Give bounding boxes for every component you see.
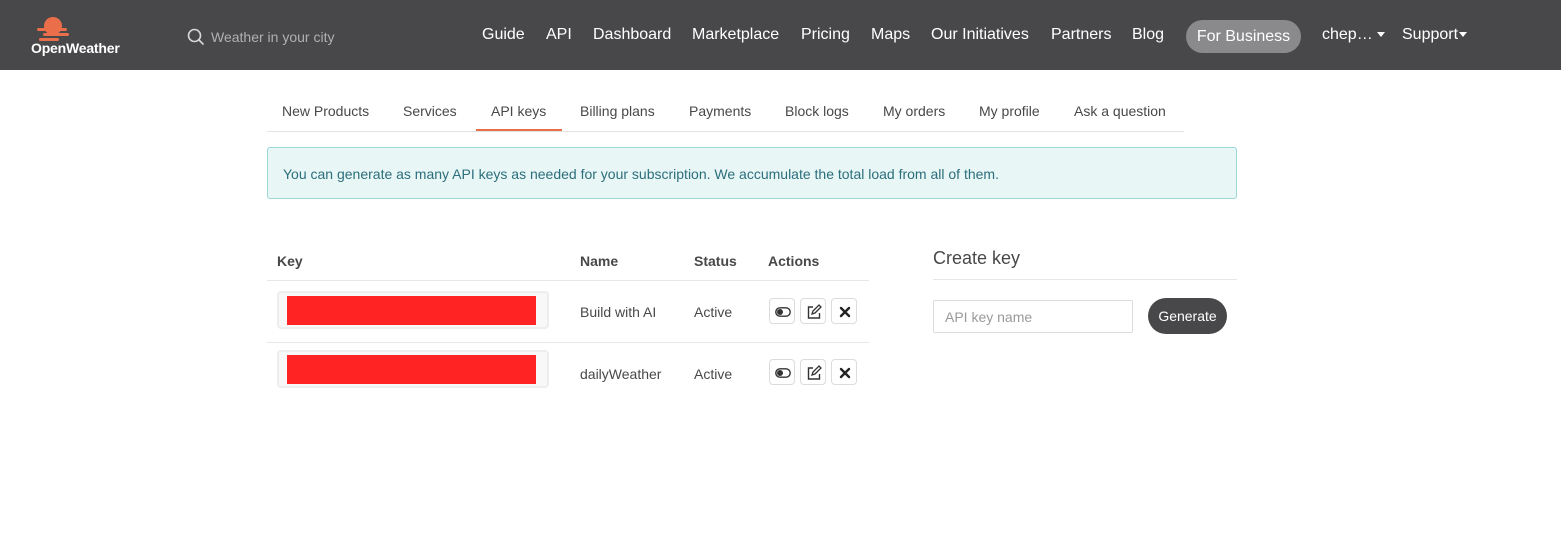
nav-partners[interactable]: Partners xyxy=(1051,26,1111,44)
tab-services[interactable]: Services xyxy=(403,103,457,119)
user-menu-label: chep… xyxy=(1322,26,1373,43)
edit-icon xyxy=(807,304,822,319)
toggle-key-button[interactable] xyxy=(769,298,795,324)
create-key-divider xyxy=(933,279,1237,280)
account-tabs: New Products Services API keys Billing p… xyxy=(267,95,1184,132)
tab-billing-plans[interactable]: Billing plans xyxy=(580,103,655,119)
key-name: Build with AI xyxy=(580,304,657,320)
close-icon xyxy=(839,306,851,318)
user-menu[interactable]: chep… xyxy=(1322,26,1385,44)
close-icon xyxy=(839,367,851,379)
edit-key-button[interactable] xyxy=(800,359,826,385)
redacted-key xyxy=(287,296,536,325)
top-navbar: OpenWeather Guide API Dashboard Marketpl… xyxy=(0,0,1561,70)
nav-our-initiatives[interactable]: Our Initiatives xyxy=(931,26,1029,44)
key-status: Active xyxy=(694,304,733,320)
info-alert: You can generate as many API keys as nee… xyxy=(267,147,1237,199)
column-header-status: Status xyxy=(694,253,737,269)
toggle-key-button[interactable] xyxy=(769,359,795,385)
column-header-name: Name xyxy=(580,253,619,269)
key-status: Active xyxy=(694,366,733,382)
nav-dashboard[interactable]: Dashboard xyxy=(593,26,671,44)
api-key-name-input[interactable] xyxy=(933,300,1133,333)
chevron-down-icon xyxy=(1376,32,1385,38)
tab-my-profile[interactable]: My profile xyxy=(979,103,1040,119)
column-header-actions: Actions xyxy=(768,253,820,269)
search-icon xyxy=(187,28,205,46)
table-divider xyxy=(267,342,869,343)
key-name: dailyWeather xyxy=(580,366,662,382)
tab-block-logs[interactable]: Block logs xyxy=(785,103,849,119)
tab-api-keys[interactable]: API keys xyxy=(491,103,546,119)
info-alert-text: You can generate as many API keys as nee… xyxy=(283,166,999,182)
logo-sun-icon xyxy=(37,17,69,41)
openweather-logo[interactable]: OpenWeather xyxy=(31,14,131,58)
support-menu-label: Support xyxy=(1402,26,1459,43)
nav-api[interactable]: API xyxy=(546,26,572,44)
logo-text: OpenWeather xyxy=(31,40,120,56)
tab-payments[interactable]: Payments xyxy=(689,103,751,119)
create-key-title: Create key xyxy=(933,248,1021,268)
nav-guide[interactable]: Guide xyxy=(482,26,525,44)
generate-button[interactable]: Generate xyxy=(1148,298,1227,334)
api-key-field[interactable] xyxy=(277,291,549,329)
city-search xyxy=(187,26,387,48)
edit-key-button[interactable] xyxy=(800,298,826,324)
nav-pricing[interactable]: Pricing xyxy=(801,26,850,44)
toggle-icon xyxy=(775,368,791,378)
toggle-icon xyxy=(775,307,791,317)
chevron-down-icon xyxy=(1459,32,1468,38)
table-divider xyxy=(267,280,869,281)
search-input[interactable] xyxy=(211,26,381,48)
api-key-field[interactable] xyxy=(277,350,549,388)
nav-maps[interactable]: Maps xyxy=(871,26,910,44)
tab-my-orders[interactable]: My orders xyxy=(883,103,945,119)
nav-blog[interactable]: Blog xyxy=(1132,26,1164,44)
column-header-key: Key xyxy=(277,253,303,269)
for-business-button[interactable]: For Business xyxy=(1186,20,1301,53)
redacted-key xyxy=(287,355,536,384)
active-tab-indicator xyxy=(476,129,562,131)
tab-ask-a-question[interactable]: Ask a question xyxy=(1074,103,1166,119)
nav-marketplace[interactable]: Marketplace xyxy=(692,26,779,44)
support-menu[interactable]: Support xyxy=(1402,26,1468,44)
edit-icon xyxy=(807,365,822,380)
delete-key-button[interactable] xyxy=(831,298,857,324)
delete-key-button[interactable] xyxy=(831,359,857,385)
tab-new-products[interactable]: New Products xyxy=(282,103,369,119)
